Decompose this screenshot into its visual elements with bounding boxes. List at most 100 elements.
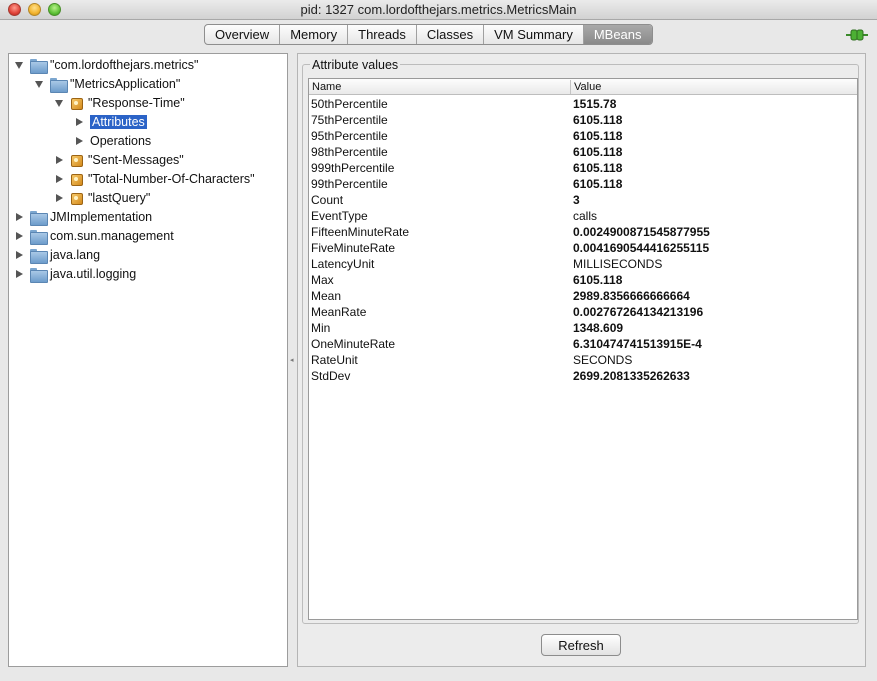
attribute-value[interactable]: 6105.118 [573,161,622,175]
collapsed-right-arrow-icon[interactable] [54,193,64,203]
column-divider[interactable] [570,80,571,94]
attributes-panel: Attribute values Name Value 50thPercenti… [297,53,866,667]
tree-node[interactable]: Attributes [74,113,147,131]
folder-icon [50,77,68,93]
tree-node[interactable]: java.util.logging [14,265,136,283]
tree-node-label: Operations [90,134,152,148]
tree-node[interactable]: "MetricsApplication" [34,75,180,93]
table-row[interactable]: RateUnit SECONDS [309,352,857,368]
tree-node[interactable]: java.lang [14,246,100,264]
table-row[interactable]: 99thPercentile 6105.118 [309,176,857,192]
tab-overview[interactable]: Overview [205,25,281,44]
table-row[interactable]: FifteenMinuteRate 0.0024900871545877955 [309,224,857,240]
table-row[interactable]: 999thPercentile 6105.118 [309,160,857,176]
attribute-value[interactable]: calls [573,209,597,223]
tree-node-label: "com.lordofthejars.metrics" [50,58,199,72]
table-row[interactable]: Mean 2989.8356666666664 [309,288,857,304]
attribute-value[interactable]: 6105.118 [573,113,622,127]
attribute-name: 99thPercentile [311,177,388,191]
attribute-name: Max [311,273,334,287]
table-row[interactable]: 95thPercentile 6105.118 [309,128,857,144]
folder-icon [30,248,48,264]
folder-icon [30,210,48,226]
collapsed-right-arrow-icon[interactable] [14,250,24,260]
tree-node[interactable]: "Sent-Messages" [54,151,184,169]
tab-memory[interactable]: Memory [280,25,349,44]
tree-node[interactable]: "com.lordofthejars.metrics" [14,56,199,74]
expand-down-arrow-icon[interactable] [14,60,24,70]
tree-node[interactable]: Operations [74,132,151,150]
attribute-value[interactable]: 3 [573,193,580,207]
table-row[interactable]: FiveMinuteRate 0.0041690544416255115 [309,240,857,256]
tree-node[interactable]: "Response-Time" [54,94,185,112]
table-row[interactable]: 50thPercentile 1515.78 [309,96,857,112]
expand-down-arrow-icon[interactable] [34,79,44,89]
attribute-name: 95thPercentile [311,129,388,143]
column-header-value[interactable]: Value [574,81,601,93]
attribute-table[interactable]: Name Value 50thPercentile 1515.78 75thPerc… [308,78,858,620]
tree-node-label: java.lang [50,248,101,262]
splitter-handle[interactable]: ◂ [290,356,294,364]
table-row[interactable]: LatencyUnit MILLISECONDS [309,256,857,272]
attribute-value[interactable]: 1348.609 [573,321,623,335]
collapsed-right-arrow-icon[interactable] [74,117,84,127]
connection-status-icon [846,29,868,41]
tree-node[interactable]: com.sun.management [14,227,174,245]
attribute-name: Count [311,193,344,207]
attribute-value[interactable]: MILLISECONDS [573,257,662,271]
attribute-value[interactable]: 0.0041690544416255115 [573,241,709,255]
table-row[interactable]: Min 1348.609 [309,320,857,336]
attribute-value[interactable]: 0.002767264134213196 [573,305,703,319]
window-title: pid: 1327 com.lordofthejars.metrics.Metr… [300,2,577,17]
attribute-value[interactable]: 6105.118 [573,145,622,159]
table-row[interactable]: EventType calls [309,208,857,224]
tab-threads[interactable]: Threads [348,25,417,44]
table-row[interactable]: OneMinuteRate 6.310474741513915E-4 [309,336,857,352]
tree-node[interactable]: "lastQuery" [54,189,150,207]
attribute-value[interactable]: 2699.2081335262633 [573,369,690,383]
refresh-button[interactable]: Refresh [541,634,621,656]
tree-node-label: "Sent-Messages" [88,153,184,167]
tree-node[interactable]: JMImplementation [14,208,152,226]
attribute-value[interactable]: 6105.118 [573,177,622,191]
table-row[interactable]: StdDev 2699.2081335262633 [309,368,857,384]
collapsed-right-arrow-icon[interactable] [74,136,84,146]
tree-node[interactable]: "Total-Number-Of-Characters" [54,170,255,188]
mbean-tree[interactable]: "com.lordofthejars.metrics" "MetricsAppli… [8,53,288,667]
attribute-name: MeanRate [311,305,367,319]
attribute-name: RateUnit [311,353,358,367]
tree-node-label: "Response-Time" [88,96,185,110]
attribute-name: OneMinuteRate [311,337,396,351]
attribute-name: Min [311,321,331,335]
collapsed-right-arrow-icon[interactable] [54,155,64,165]
attribute-value[interactable]: 6105.118 [573,129,622,143]
collapsed-right-arrow-icon[interactable] [14,212,24,222]
table-row[interactable]: Count 3 [309,192,857,208]
attribute-name: 75thPercentile [311,113,388,127]
attribute-value[interactable]: 6.310474741513915E-4 [573,337,702,351]
attribute-value[interactable]: 2989.8356666666664 [573,289,690,303]
tab-bar: Overview Memory Threads Classes VM Summary MB… [204,24,653,45]
attribute-value[interactable]: 6105.118 [573,273,622,287]
table-row[interactable]: MeanRate 0.002767264134213196 [309,304,857,320]
tab-classes[interactable]: Classes [417,25,485,44]
attribute-value[interactable]: 0.0024900871545877955 [573,225,710,239]
expand-down-arrow-icon[interactable] [54,98,64,108]
attribute-value[interactable]: 1515.78 [573,97,616,111]
tab-vm-summary[interactable]: VM Summary [484,25,584,44]
tab-mbeans[interactable]: MBeans [583,25,652,44]
collapsed-right-arrow-icon[interactable] [54,174,64,184]
attribute-name: EventType [311,209,368,223]
column-header-name[interactable]: Name [312,81,341,93]
attribute-name: FiveMinuteRate [311,241,396,255]
tree-node-label: "lastQuery" [88,191,151,205]
table-row[interactable]: Max 6105.118 [309,272,857,288]
table-row[interactable]: 98thPercentile 6105.118 [309,144,857,160]
table-row[interactable]: 75thPercentile 6105.118 [309,112,857,128]
attribute-name: LatencyUnit [311,257,375,271]
collapsed-right-arrow-icon[interactable] [14,269,24,279]
collapsed-right-arrow-icon[interactable] [14,231,24,241]
tree-node-label: JMImplementation [50,210,153,224]
attribute-value[interactable]: SECONDS [573,353,632,367]
mbean-icon [70,154,82,166]
